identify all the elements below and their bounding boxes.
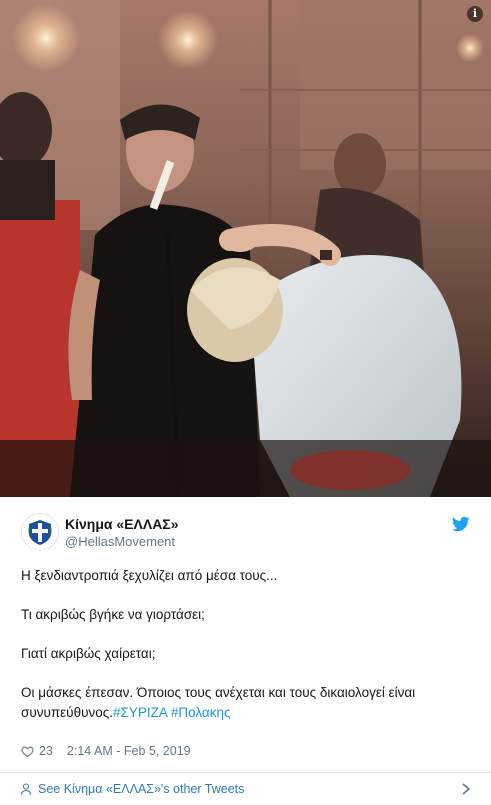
tweet-line: Τι ακριβώς βγήκε να γιορτάσει;: [21, 607, 205, 622]
tweet-line: Γιατί ακριβώς χαίρεται;: [21, 646, 156, 661]
twitter-bird-icon[interactable]: [452, 515, 470, 533]
tweet-text: Η ξενδιαντροπιά ξεχυλίζει από μέσα τους.…: [21, 566, 471, 723]
see-other-tweets-label[interactable]: See Κίνημα «ΕΛΛΑΣ»'s other Tweets: [38, 782, 244, 796]
media-scene: [0, 0, 491, 497]
hashtag-polakis[interactable]: #Πολακης: [171, 705, 231, 720]
author-handle[interactable]: @HellasMovement: [65, 534, 175, 549]
tweet-card: i Κίνημα «ΕΛΛΑΣ» @HellasMovement Η ξενδι…: [0, 0, 491, 805]
like-count[interactable]: 23: [39, 744, 53, 758]
heart-icon[interactable]: [21, 745, 34, 758]
tweet-line: Οι μάσκες έπεσαν. Όποιος τους ανέχεται κ…: [21, 683, 471, 723]
info-icon[interactable]: i: [467, 6, 483, 22]
tweet-meta: 23 2:14 AM - Feb 5, 2019: [21, 741, 191, 761]
tweet-line: Η ξενδιαντροπιά ξεχυλίζει από μέσα τους.…: [21, 568, 278, 583]
timestamp[interactable]: 2:14 AM - Feb 5, 2019: [67, 744, 191, 758]
see-other-tweets-link[interactable]: See Κίνημα «ΕΛΛΑΣ»'s other Tweets: [0, 773, 491, 805]
tweet-header: Κίνημα «ΕΛΛΑΣ» @HellasMovement: [21, 513, 476, 553]
tweet-media-video[interactable]: i: [0, 0, 491, 497]
chevron-right-icon[interactable]: [461, 783, 471, 795]
avatar[interactable]: [21, 513, 59, 551]
greek-flag-emblem-icon: [23, 515, 57, 549]
hashtag-syriza[interactable]: #ΣΥΡΙΖΑ: [113, 705, 167, 720]
author-name[interactable]: Κίνημα «ΕΛΛΑΣ»: [65, 516, 179, 532]
person-icon: [20, 783, 32, 795]
